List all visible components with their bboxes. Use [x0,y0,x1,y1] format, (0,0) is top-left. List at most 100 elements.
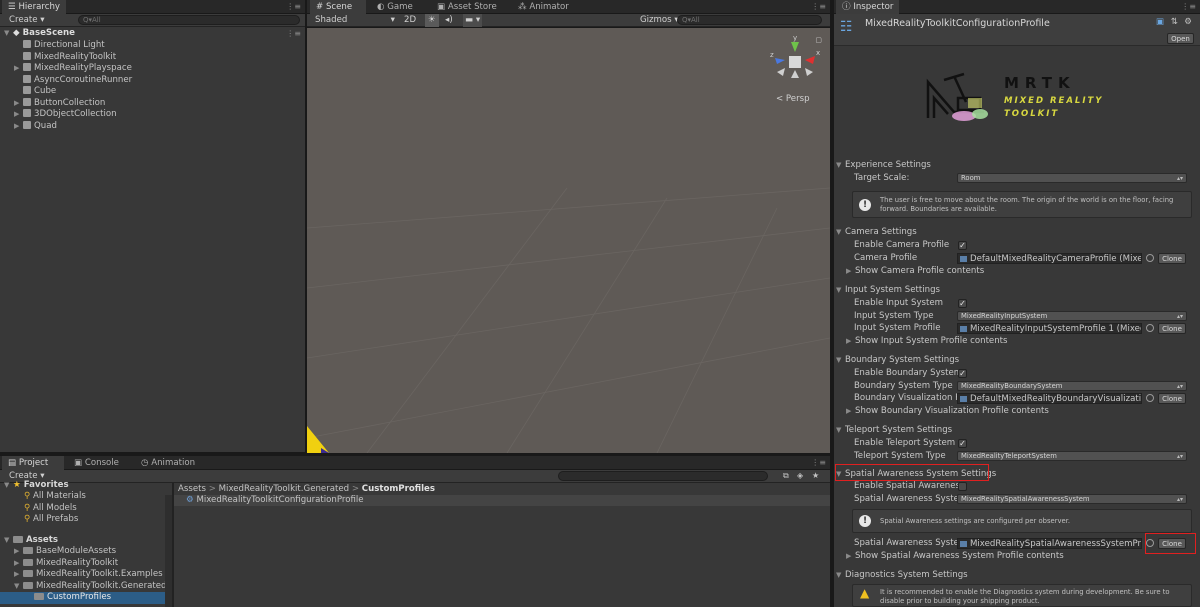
expand-arrow-icon[interactable]: ▶ [14,98,23,110]
expand-arrow-icon[interactable]: ▼ [4,28,13,40]
asset-folder-item[interactable]: ▶ MixedRealityToolkit [14,558,118,570]
diagnostics-settings-foldout[interactable]: ▼ Diagnostics System Settings [836,569,968,581]
hierarchy-item[interactable]: MixedRealityToolkit [14,51,116,64]
perspective-label[interactable]: < Persp [776,94,810,104]
enable-input-checkbox[interactable]: ✓ [958,299,967,308]
assets-header[interactable]: ▼ Assets [4,535,58,547]
expand-arrow-icon[interactable]: ▼ [836,424,845,436]
project-search-input[interactable] [558,471,768,481]
tab-animation[interactable]: ◷ Animation [135,456,201,470]
tree-scrollbar[interactable] [165,495,172,607]
camera-profile-field[interactable]: DefaultMixedRealityCameraProfile (MixedR… [957,253,1142,264]
favorite-item[interactable]: ⚲ All Materials [24,491,86,503]
asset-folder-item[interactable]: ▶ BaseModuleAssets [14,546,116,558]
expand-arrow-icon[interactable]: ▼ [836,354,845,366]
asset-folder-item[interactable]: ▼ MixedRealityToolkit.Generated [14,581,166,593]
expand-arrow-icon[interactable]: ▼ [836,284,845,296]
expand-arrow-icon[interactable]: ▼ [14,581,23,593]
expand-arrow-icon[interactable]: ▼ [836,159,845,171]
shading-dropdown[interactable]: Shaded ▾ [315,14,395,27]
scene-search-input[interactable]: Q▾All [677,15,822,25]
boundary-type-dropdown[interactable]: MixedRealityBoundarySystem ▴▾ [957,381,1187,391]
expand-arrow-icon[interactable]: ▼ [836,226,845,238]
expand-arrow-icon[interactable]: ▼ [4,535,13,547]
expand-arrow-icon[interactable]: ▶ [14,546,23,558]
expand-arrow-icon[interactable]: ▼ [836,569,845,581]
teleport-settings-foldout[interactable]: ▼ Teleport System Settings [836,424,952,436]
effects-dropdown-icon[interactable]: ▬ ▾ [463,14,483,27]
favorites-header[interactable]: ▼ ★ Favorites [4,480,69,492]
input-settings-foldout[interactable]: ▼ Input System Settings [836,284,940,296]
scene-menu-icon[interactable]: ⋮≡ [286,29,301,38]
input-profile-field[interactable]: MixedRealityInputSystemProfile 1 (MixedR… [957,323,1142,334]
hierarchy-item[interactable]: ▶ Quad [14,120,57,133]
expand-arrow-icon[interactable]: ▶ [846,405,855,417]
audio-toggle-icon[interactable]: ◂) [445,14,453,27]
expand-arrow-icon[interactable]: ▶ [14,558,23,570]
open-button[interactable]: Open [1167,33,1194,44]
boundary-settings-foldout[interactable]: ▼ Boundary System Settings [836,354,959,366]
scene-object-yellow[interactable] [307,426,329,453]
preset-icon[interactable]: ⇅ [1171,17,1178,27]
expand-arrow-icon[interactable]: ▶ [14,121,23,133]
input-type-dropdown[interactable]: MixedRealityInputSystem ▴▾ [957,311,1187,321]
breadcrumb-assets[interactable]: Assets [178,484,206,494]
panel-menu-icon[interactable]: ⋮≡ [1181,2,1196,11]
favorite-star-icon[interactable]: ★ [812,471,819,480]
favorite-item[interactable]: ⚲ All Models [24,503,77,515]
panel-menu-icon[interactable]: ⋮≡ [811,2,826,11]
tab-console[interactable]: ▣ Console [68,456,125,470]
object-picker-icon[interactable] [1146,394,1154,402]
show-boundary-profile-foldout[interactable]: ▶ Show Boundary Visualization Profile con… [846,405,1049,417]
hierarchy-item[interactable]: ▶ MixedRealityPlayspace [14,63,132,75]
target-scale-dropdown[interactable]: Room ▴▾ [957,173,1187,183]
panel-menu-icon[interactable]: ⋮≡ [811,458,826,467]
tab-asset-store[interactable]: ▣ Asset Store [431,0,503,14]
tab-inspector[interactable]: ⓘ Inspector [836,0,900,14]
spatial-profile-field[interactable]: MixedRealitySpatialAwarenessSystemProfil… [957,538,1142,549]
tab-scene[interactable]: # Scene [310,0,366,14]
panel-menu-icon[interactable]: ⋮≡ [286,2,301,11]
boundary-profile-field[interactable]: DefaultMixedRealityBoundaryVisualization… [957,393,1142,404]
gizmos-dropdown[interactable]: Gizmos ▾ [640,14,679,27]
favorite-item[interactable]: ⚲ All Prefabs [24,514,78,526]
input-clone-button[interactable]: Clone [1158,323,1186,334]
breadcrumb-generated[interactable]: MixedRealityToolkit.Generated [219,484,349,494]
object-picker-icon[interactable] [1146,324,1154,332]
tab-game[interactable]: ◐ Game [371,0,419,14]
tab-project[interactable]: ▤ Project [2,456,64,470]
hierarchy-item[interactable]: ▶ ButtonCollection [14,97,105,110]
hierarchy-create-dropdown[interactable]: Create ▾ [9,14,45,27]
hierarchy-item[interactable]: ▶ 3DObjectCollection [14,109,117,121]
asset-file-row[interactable]: ⚙ MixedRealityToolkitConfigurationProfil… [174,495,830,506]
expand-arrow-icon[interactable]: ▼ [4,480,13,492]
hierarchy-item[interactable]: AsyncCoroutineRunner [14,74,132,87]
boundary-clone-button[interactable]: Clone [1158,393,1186,404]
mode-2d-toggle[interactable]: 2D [404,14,416,27]
expand-arrow-icon[interactable]: ▶ [846,550,855,562]
hierarchy-search-input[interactable]: Q▾All [78,15,300,25]
selected-folder-row[interactable]: CustomProfiles [0,592,165,604]
show-camera-profile-foldout[interactable]: ▶ Show Camera Profile contents [846,265,984,277]
experience-settings-foldout[interactable]: ▼ Experience Settings [836,159,931,171]
enable-camera-checkbox[interactable]: ✓ [958,241,967,250]
settings-gear-icon[interactable]: ⚙ [1184,17,1192,27]
tab-hierarchy[interactable]: ☰ Hierarchy [2,0,66,14]
show-spatial-profile-foldout[interactable]: ▶ Show Spatial Awareness System Profile c… [846,550,1064,562]
hierarchy-item[interactable]: Directional Light [14,40,105,52]
enable-spatial-checkbox[interactable] [958,482,967,491]
scene-root-row[interactable]: ▼ ◆ BaseScene [4,28,75,40]
show-input-profile-foldout[interactable]: ▶ Show Input System Profile contents [846,335,1008,347]
filter-label-icon[interactable]: ◈ [797,471,803,480]
help-book-icon[interactable]: ▣ [1156,17,1164,27]
camera-clone-button[interactable]: Clone [1158,253,1186,264]
enable-teleport-checkbox[interactable]: ✓ [958,439,967,448]
lock-icon[interactable]: ▢ [815,36,822,44]
expand-arrow-icon[interactable]: ▶ [14,569,23,581]
lighting-toggle-icon[interactable]: ☀ [425,14,439,27]
expand-arrow-icon[interactable]: ▶ [14,63,23,75]
spatial-type-dropdown[interactable]: MixedRealitySpatialAwarenessSystem ▴▾ [957,494,1187,504]
tab-animator[interactable]: ⁂ Animator [512,0,575,14]
teleport-type-dropdown[interactable]: MixedRealityTeleportSystem ▴▾ [957,451,1187,461]
camera-settings-foldout[interactable]: ▼ Camera Settings [836,226,917,238]
